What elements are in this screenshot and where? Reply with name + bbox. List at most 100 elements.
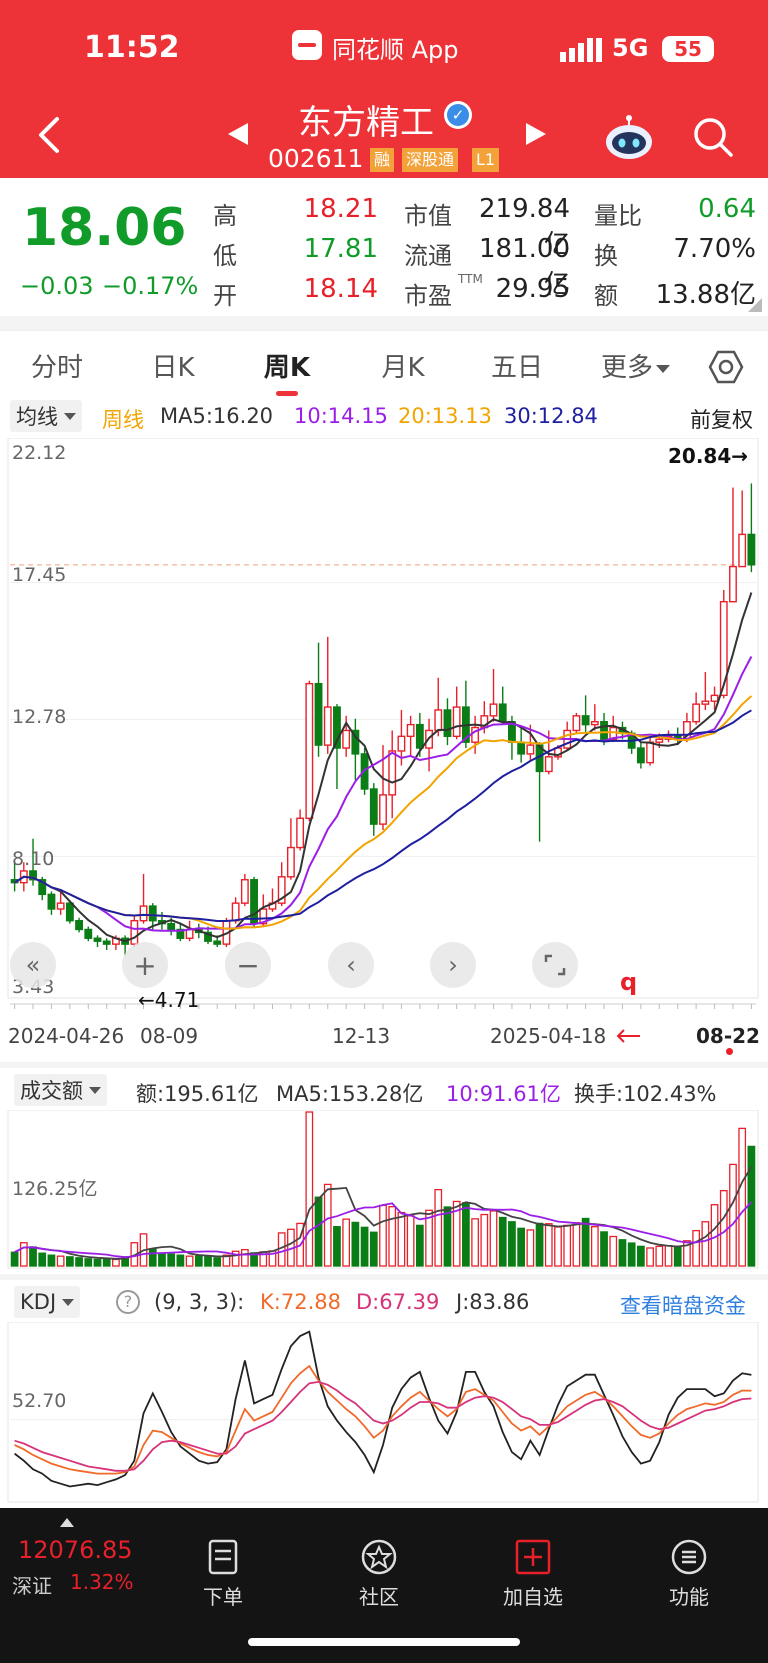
active-tab-indicator <box>276 391 298 396</box>
candle-body <box>296 817 305 849</box>
zoom-out-button[interactable]: − <box>225 942 271 988</box>
tab-monthly-k[interactable]: 月K <box>368 347 438 384</box>
volume-bar <box>655 1245 664 1267</box>
tag-margin: 融 <box>370 148 395 172</box>
tab-weekly-k[interactable]: 周K <box>252 347 322 384</box>
candle-body <box>130 920 139 945</box>
x-label-1: 08-09 <box>140 1024 199 1048</box>
candle-body <box>139 905 148 922</box>
kdj-indicator-label: KDJ <box>20 1290 57 1314</box>
kline-chart[interactable] <box>0 438 768 1058</box>
volume-bar <box>581 1217 590 1267</box>
prev-stock-button[interactable] <box>224 118 252 150</box>
volume-bar <box>618 1239 627 1267</box>
kdj-d-line <box>14 1380 752 1472</box>
candle-body <box>314 682 323 746</box>
volume-turnover: 换手:102.43% <box>574 1082 717 1106</box>
next-stock-button[interactable] <box>522 118 550 150</box>
dark-pool-link[interactable]: 查看暗盘资金 <box>620 1290 746 1320</box>
pe-value: 29.95 <box>495 274 570 304</box>
y-label-4: 8.10 <box>12 848 55 870</box>
candle-body <box>738 533 747 568</box>
expand-corner-icon[interactable] <box>748 298 762 312</box>
order-button[interactable]: 下单 <box>178 1538 268 1610</box>
volume-indicator-select[interactable]: 成交额 <box>14 1074 107 1106</box>
kdj-chart[interactable] <box>0 1322 768 1504</box>
ma20-legend: 20:13.13 <box>398 404 492 428</box>
candle-body <box>56 902 65 910</box>
search-icon[interactable] <box>690 114 736 160</box>
volume-bar <box>65 1256 74 1267</box>
tab-intraday[interactable]: 分时 <box>22 347 92 384</box>
adjust-mode[interactable]: 前复权 <box>690 404 753 434</box>
tab-five-day[interactable]: 五日 <box>482 347 552 384</box>
x-label-2: 12-13 <box>332 1024 391 1048</box>
zoom-in-button[interactable]: + <box>122 942 168 988</box>
kdj-indicator-select[interactable]: KDJ <box>14 1286 81 1318</box>
q-marker[interactable]: q <box>620 968 637 996</box>
max-price-mark: 20.84→ <box>668 444 749 468</box>
volume-ratio-value: 0.64 <box>698 194 756 224</box>
ma-indicator-select[interactable]: 均线 <box>10 400 82 432</box>
candle-body <box>379 794 387 825</box>
candle-body <box>286 846 295 878</box>
add-watchlist-button[interactable]: 加自选 <box>488 1538 578 1610</box>
settings-hexagon-icon[interactable] <box>708 349 744 389</box>
add-watchlist-label: 加自选 <box>503 1585 563 1609</box>
community-star-icon <box>361 1539 397 1575</box>
volume-chart[interactable] <box>0 1110 768 1270</box>
status-time: 11:52 <box>84 30 180 65</box>
candle-body <box>369 788 378 825</box>
tab-daily-k[interactable]: 日K <box>138 347 208 384</box>
volume-bar <box>480 1213 489 1267</box>
candle-body <box>710 694 719 702</box>
volume-bar <box>627 1242 636 1267</box>
robot-assistant-icon[interactable] <box>602 110 656 164</box>
volume-bar <box>508 1221 516 1267</box>
section-divider <box>0 316 768 330</box>
scroll-left-button[interactable]: ‹ <box>328 942 374 988</box>
candle-body <box>240 879 249 904</box>
candle-body <box>65 902 74 922</box>
candle-body <box>102 940 111 945</box>
tab-more[interactable]: 更多 <box>592 347 662 384</box>
quote-panel: 18.06 −0.03 −0.17% 高 18.21 低 17.81 开 18.… <box>0 178 768 316</box>
volume-bar <box>498 1216 507 1267</box>
volume-ma5: MA5:153.28亿 <box>276 1082 424 1106</box>
volume-bar <box>747 1145 756 1267</box>
candle-body <box>747 533 756 566</box>
candle-body <box>489 703 498 717</box>
help-icon[interactable]: ? <box>116 1290 140 1314</box>
stock-name: 东方精工 <box>298 103 434 143</box>
candle-body <box>305 682 314 819</box>
scroll-right-button[interactable]: › <box>430 942 476 988</box>
candle-body <box>231 902 240 922</box>
volume-bar <box>167 1253 176 1267</box>
volume-bar <box>10 1251 19 1267</box>
candle-body <box>544 756 553 773</box>
candle-body <box>600 720 608 740</box>
candle-body <box>636 747 645 764</box>
volume-bar <box>314 1196 323 1267</box>
candle-body <box>415 723 424 749</box>
volume-bar <box>305 1111 314 1267</box>
candle-body <box>84 928 93 939</box>
volume-bar <box>517 1227 526 1267</box>
stock-code: 002611 <box>268 144 364 173</box>
candle-body <box>526 744 535 755</box>
functions-button[interactable]: 功能 <box>644 1538 734 1610</box>
add-watchlist-icon <box>515 1539 551 1575</box>
volume-bar <box>342 1218 351 1267</box>
volume-bar <box>194 1255 203 1267</box>
back-button[interactable] <box>28 110 68 160</box>
volume-bar <box>333 1226 341 1267</box>
index-value[interactable]: 12076.85 <box>18 1536 133 1564</box>
functions-menu-icon <box>671 1539 707 1575</box>
candle-body <box>646 741 655 764</box>
zoom-out-far-button[interactable]: « <box>10 942 56 988</box>
signal-icon <box>560 36 602 66</box>
community-button[interactable]: 社区 <box>334 1538 424 1610</box>
fullscreen-button[interactable] <box>532 942 578 988</box>
volume-bar <box>544 1223 553 1267</box>
network-type: 5G <box>612 34 649 62</box>
